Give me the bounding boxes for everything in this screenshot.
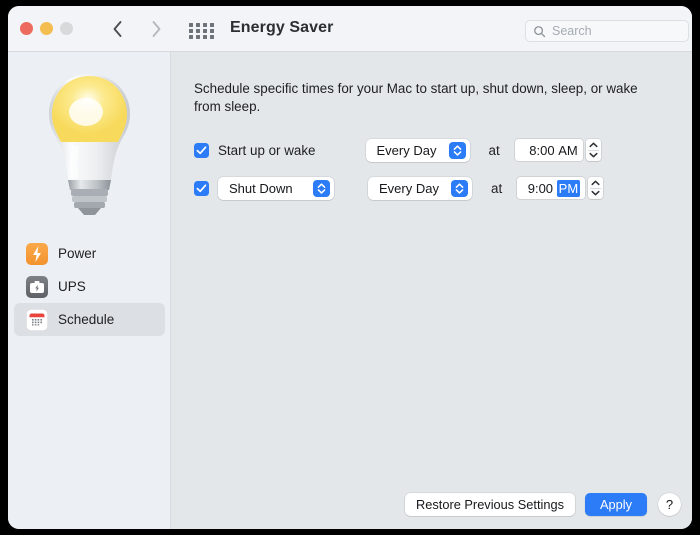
content-pane: Schedule specific times for your Mac to … bbox=[171, 52, 692, 529]
startup-time-stepper[interactable] bbox=[586, 139, 601, 161]
chevron-updown-icon bbox=[449, 142, 466, 159]
back-chevron-icon[interactable] bbox=[106, 17, 130, 41]
startup-checkbox[interactable] bbox=[194, 143, 209, 158]
schedule-row-startup: Start up or wake Every Day at 8:00 AM bbox=[194, 137, 601, 163]
shutdown-action-value: Shut Down bbox=[218, 181, 293, 196]
sidebar-item-schedule[interactable]: Schedule bbox=[14, 303, 165, 336]
startup-day-popup[interactable]: Every Day bbox=[366, 139, 470, 162]
footer-buttons: Restore Previous Settings Apply ? bbox=[405, 493, 681, 516]
at-label: at bbox=[491, 181, 502, 196]
minimize-button[interactable] bbox=[40, 22, 53, 35]
power-bolt-icon bbox=[26, 243, 48, 265]
calendar-icon bbox=[26, 309, 48, 331]
page-title: Energy Saver bbox=[230, 19, 333, 37]
shutdown-day-value: Every Day bbox=[368, 181, 439, 196]
sidebar-item-label: Schedule bbox=[58, 312, 114, 327]
battery-icon bbox=[26, 276, 48, 298]
restore-previous-settings-button[interactable]: Restore Previous Settings bbox=[405, 493, 575, 516]
shutdown-time-value: 9:00 PM bbox=[528, 181, 580, 196]
startup-time-field[interactable]: 8:00 AM bbox=[515, 139, 583, 161]
search-input[interactable]: Search bbox=[525, 20, 689, 42]
startup-time-value: 8:00 AM bbox=[529, 143, 577, 158]
shutdown-time-stepper[interactable] bbox=[588, 177, 603, 199]
sidebar-item-ups[interactable]: UPS bbox=[14, 270, 165, 303]
lightbulb-icon bbox=[32, 68, 147, 220]
shutdown-time-field[interactable]: 9:00 PM bbox=[517, 177, 585, 199]
startup-label: Start up or wake bbox=[218, 143, 316, 158]
schedule-row-shutdown: Shut Down Every Day at 9:00 PM bbox=[194, 175, 603, 201]
shutdown-action-popup[interactable]: Shut Down bbox=[218, 177, 334, 200]
startup-day-value: Every Day bbox=[366, 143, 437, 158]
search-placeholder: Search bbox=[552, 24, 592, 38]
help-button[interactable]: ? bbox=[658, 493, 681, 516]
maximize-button[interactable] bbox=[60, 22, 73, 35]
sidebar-item-power[interactable]: Power bbox=[14, 237, 165, 270]
shutdown-checkbox[interactable] bbox=[194, 181, 209, 196]
sidebar: Power UPS bbox=[8, 52, 171, 529]
chevron-updown-icon bbox=[313, 180, 330, 197]
show-all-grid-icon[interactable] bbox=[189, 23, 217, 36]
sidebar-item-label: Power bbox=[58, 246, 96, 261]
sidebar-list: Power UPS bbox=[14, 237, 165, 336]
at-label: at bbox=[489, 143, 500, 158]
sidebar-item-label: UPS bbox=[58, 279, 86, 294]
schedule-description: Schedule specific times for your Mac to … bbox=[194, 80, 664, 116]
close-button[interactable] bbox=[20, 22, 33, 35]
shutdown-day-popup[interactable]: Every Day bbox=[368, 177, 472, 200]
shutdown-meridiem-selected: PM bbox=[557, 180, 581, 197]
forward-chevron-icon[interactable] bbox=[144, 17, 168, 41]
apply-button[interactable]: Apply bbox=[585, 493, 647, 516]
window-titlebar: Energy Saver Search bbox=[8, 6, 692, 52]
preferences-window: Energy Saver Search bbox=[8, 6, 692, 529]
search-icon bbox=[533, 25, 546, 38]
chevron-updown-icon bbox=[451, 180, 468, 197]
